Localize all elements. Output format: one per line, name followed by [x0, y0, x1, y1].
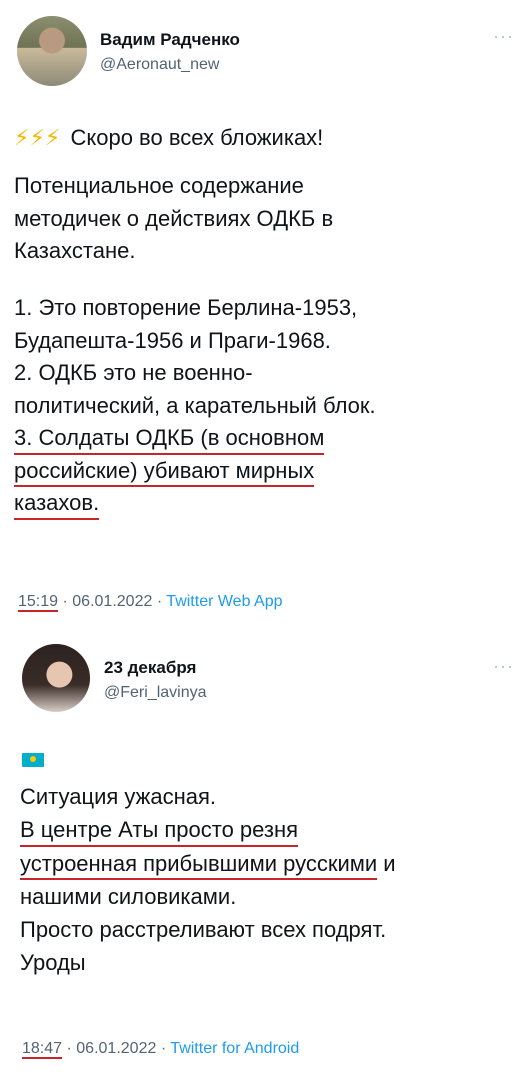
text-line: Потенциальное содержание	[14, 173, 304, 198]
tweet-date[interactable]: 06.01.2022	[76, 1040, 156, 1057]
tweet-body: Ситуация ужасная. В центре Аты просто ре…	[20, 780, 396, 979]
tweet-intro: ⚡⚡⚡ Скоро во всех бложиках!	[14, 122, 323, 155]
text-line: Казахстане.	[14, 238, 136, 264]
text-line: 1. Это повторение Берлина-1953,	[14, 295, 358, 320]
tweet-time[interactable]: 15:19	[18, 593, 59, 612]
text-line: Просто расстреливают всех подрят.	[20, 917, 387, 943]
underlined-text-line: устроенная прибывшими русскими	[20, 850, 378, 881]
tweet-paragraph: Потенциальное содержание методичек о дей…	[14, 170, 333, 268]
tweet-time[interactable]: 18:47	[22, 1040, 63, 1059]
lightning-icon: ⚡⚡⚡	[14, 125, 61, 150]
underlined-text-line: 3. Солдаты ОДКБ (в основном	[14, 424, 325, 455]
intro-text: Скоро во всех бложиках!	[70, 125, 324, 150]
tweet-card: 23 декабря @Feri_lavinya ··· Ситуация уж…	[0, 630, 528, 1080]
meta-separator: ·	[156, 593, 163, 610]
underlined-text-line: казахов.	[14, 489, 100, 520]
author-name[interactable]: 23 декабря	[104, 658, 196, 678]
text-line: 2. ОДКБ это не военно-	[14, 360, 253, 386]
tweet-source-app[interactable]: Twitter Web App	[166, 593, 282, 610]
tweet-source-app[interactable]: Twitter for Android	[170, 1040, 299, 1057]
author-name[interactable]: Вадим Радченко	[100, 30, 240, 50]
text-line: политический, а карательный блок.	[14, 392, 376, 418]
text-suffix: и	[377, 850, 396, 876]
meta-separator: ·	[160, 1040, 167, 1057]
tweet-card: Вадим Радченко @Aeronaut_new ··· ⚡⚡⚡ Ско…	[0, 0, 528, 630]
tweet-list: 1. Это повторение Берлина-1953, Будапешт…	[14, 292, 376, 520]
avatar[interactable]	[22, 644, 90, 712]
tweet-meta: 18:47 · 06.01.2022 · Twitter for Android	[22, 1040, 299, 1059]
underlined-text-line: В центре Аты просто резня	[20, 816, 299, 847]
more-options-icon[interactable]: ···	[493, 26, 514, 47]
kazakhstan-flag-icon	[22, 753, 44, 767]
meta-separator: ·	[66, 1040, 72, 1057]
text-line: методичек о действиях ОДКБ в	[14, 205, 334, 231]
tweet-date[interactable]: 06.01.2022	[72, 593, 152, 610]
text-line: нашими силовиками.	[20, 884, 237, 910]
underlined-text-line: российские) убивают мирных	[14, 457, 315, 488]
avatar[interactable]	[17, 16, 87, 86]
text-line: Будапешта-1956 и Праги-1968.	[14, 327, 331, 353]
text-line: Уроды	[20, 950, 86, 976]
author-handle[interactable]: @Aeronaut_new	[100, 56, 219, 74]
tweet-meta: 15:19 · 06.01.2022 · Twitter Web App	[18, 593, 283, 612]
author-handle[interactable]: @Feri_lavinya	[104, 684, 207, 702]
meta-separator: ·	[62, 593, 68, 610]
text-line: Ситуация ужасная.	[20, 784, 217, 809]
more-options-icon[interactable]: ···	[493, 656, 514, 677]
